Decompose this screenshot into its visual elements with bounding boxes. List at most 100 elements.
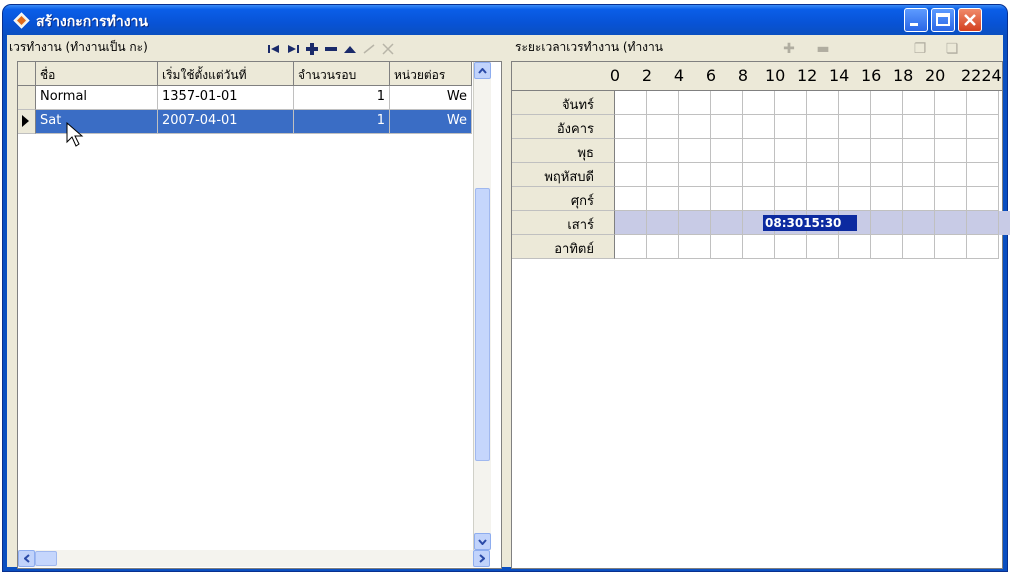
cell-rounds[interactable]: 1: [294, 110, 390, 134]
day-row[interactable]: อาทิตย์: [512, 235, 1010, 259]
time-slot-cell[interactable]: [647, 235, 679, 259]
day-row[interactable]: พุธ: [512, 139, 1010, 163]
time-slot-cell[interactable]: [807, 187, 839, 211]
time-slot-cell[interactable]: [935, 139, 967, 163]
time-slot-cell[interactable]: [967, 187, 999, 211]
time-slot-cell[interactable]: [679, 139, 711, 163]
maximize-button[interactable]: [931, 8, 955, 32]
minimize-button[interactable]: [904, 8, 928, 32]
column-header-rounds[interactable]: จำนวนรอบ: [294, 62, 390, 86]
first-record-button[interactable]: [264, 41, 283, 57]
time-slot-cell[interactable]: [903, 211, 935, 235]
scroll-down-button[interactable]: [474, 533, 491, 550]
time-slot-cell[interactable]: [903, 235, 935, 259]
time-slot-cell[interactable]: [807, 163, 839, 187]
scroll-up-button[interactable]: [474, 62, 491, 79]
shift-period-block[interactable]: 08:3015:30: [763, 215, 857, 231]
time-slot-cell[interactable]: [743, 139, 775, 163]
day-row[interactable]: อังคาร: [512, 115, 1010, 139]
time-slot-cell[interactable]: [935, 187, 967, 211]
time-slot-cell[interactable]: [935, 91, 967, 115]
time-slot-cell[interactable]: [743, 115, 775, 139]
time-slot-cell[interactable]: [775, 235, 807, 259]
time-slot-cell[interactable]: [711, 163, 743, 187]
time-slot-cell[interactable]: [967, 115, 999, 139]
time-slot-cell[interactable]: [775, 163, 807, 187]
time-slots[interactable]: [615, 187, 1010, 211]
last-record-button[interactable]: [283, 41, 302, 57]
time-slot-cell[interactable]: [743, 235, 775, 259]
time-slot-cell[interactable]: [903, 139, 935, 163]
shift-list-grid[interactable]: ชื่อ เริ่มใช้ตั้งแต่วันที่ จำนวนรอบ หน่ว…: [17, 61, 502, 569]
time-slot-cell[interactable]: [679, 115, 711, 139]
time-slot-cell[interactable]: [871, 163, 903, 187]
time-slot-cell[interactable]: [871, 211, 903, 235]
column-header-name[interactable]: ชื่อ: [36, 62, 158, 86]
time-slot-cell[interactable]: [679, 211, 711, 235]
time-slot-cell[interactable]: [775, 115, 807, 139]
scroll-left-button[interactable]: [18, 550, 35, 567]
time-slot-cell[interactable]: [871, 235, 903, 259]
day-row[interactable]: ศุกร์: [512, 187, 1010, 211]
time-slot-cell[interactable]: [903, 91, 935, 115]
time-slot-cell[interactable]: [615, 91, 647, 115]
time-slot-cell[interactable]: [935, 163, 967, 187]
cell-name[interactable]: Normal: [36, 86, 158, 110]
time-slot-cell[interactable]: [743, 187, 775, 211]
pane-splitter[interactable]: [506, 35, 510, 567]
cell-rounds[interactable]: 1: [294, 86, 390, 110]
time-slot-cell[interactable]: [711, 115, 743, 139]
scroll-right-button[interactable]: [473, 550, 490, 567]
horizontal-scroll-thumb[interactable]: [35, 551, 57, 566]
time-slot-cell[interactable]: [967, 235, 999, 259]
time-slot-cell[interactable]: [615, 211, 647, 235]
time-slots[interactable]: [615, 115, 1010, 139]
time-slot-cell[interactable]: [615, 235, 647, 259]
time-slot-cell[interactable]: [839, 115, 871, 139]
time-slot-cell[interactable]: [743, 91, 775, 115]
cancel-button[interactable]: [378, 41, 397, 57]
time-slot-cell[interactable]: [647, 91, 679, 115]
time-slot-cell[interactable]: [935, 115, 967, 139]
remove-period-button[interactable]: ▬: [813, 41, 833, 57]
table-row[interactable]: Sat 2007-04-01 1 We: [18, 110, 472, 134]
time-slot-cell[interactable]: [711, 235, 743, 259]
time-slot-cell[interactable]: [711, 139, 743, 163]
time-slot-cell[interactable]: [647, 163, 679, 187]
time-slot-cell[interactable]: [711, 187, 743, 211]
time-slot-cell[interactable]: [647, 211, 679, 235]
time-slot-cell[interactable]: [839, 187, 871, 211]
day-row[interactable]: เสาร์ 08:3015:30: [512, 211, 1010, 235]
time-slot-cell[interactable]: [839, 235, 871, 259]
time-slot-cell[interactable]: [839, 91, 871, 115]
time-slot-cell[interactable]: [711, 91, 743, 115]
day-row[interactable]: จันทร์: [512, 91, 1010, 115]
time-slot-cell[interactable]: [615, 139, 647, 163]
copy-button[interactable]: ❐: [910, 41, 930, 57]
time-slot-cell[interactable]: [711, 211, 743, 235]
time-slot-cell[interactable]: [775, 91, 807, 115]
time-slot-cell[interactable]: [935, 235, 967, 259]
cell-name[interactable]: Sat: [36, 110, 158, 134]
close-button[interactable]: [958, 8, 982, 32]
time-slot-cell[interactable]: [807, 235, 839, 259]
time-slot-cell[interactable]: [871, 139, 903, 163]
time-slot-cell[interactable]: [647, 187, 679, 211]
time-slot-cell[interactable]: [647, 139, 679, 163]
time-slot-cell[interactable]: [967, 163, 999, 187]
schedule-grid[interactable]: 0 2 4 6 8 10 12 14 16 18 20 2224 จันทร์ อังคาร พุธ พฤห…: [511, 61, 1010, 569]
time-slot-cell[interactable]: [615, 115, 647, 139]
time-slot-cell[interactable]: [807, 139, 839, 163]
time-slot-cell[interactable]: [967, 91, 999, 115]
time-slot-cell[interactable]: [807, 115, 839, 139]
time-slot-cell[interactable]: [839, 163, 871, 187]
time-slot-cell[interactable]: [903, 163, 935, 187]
time-slot-cell[interactable]: [903, 187, 935, 211]
confirm-button[interactable]: [359, 41, 378, 57]
horizontal-scrollbar[interactable]: [18, 550, 490, 567]
time-slot-cell[interactable]: [647, 115, 679, 139]
time-slot-cell[interactable]: [679, 91, 711, 115]
day-row[interactable]: พฤหัสบดี: [512, 163, 1010, 187]
table-row[interactable]: Normal 1357-01-01 1 We: [18, 86, 472, 110]
time-slot-cell[interactable]: [615, 187, 647, 211]
